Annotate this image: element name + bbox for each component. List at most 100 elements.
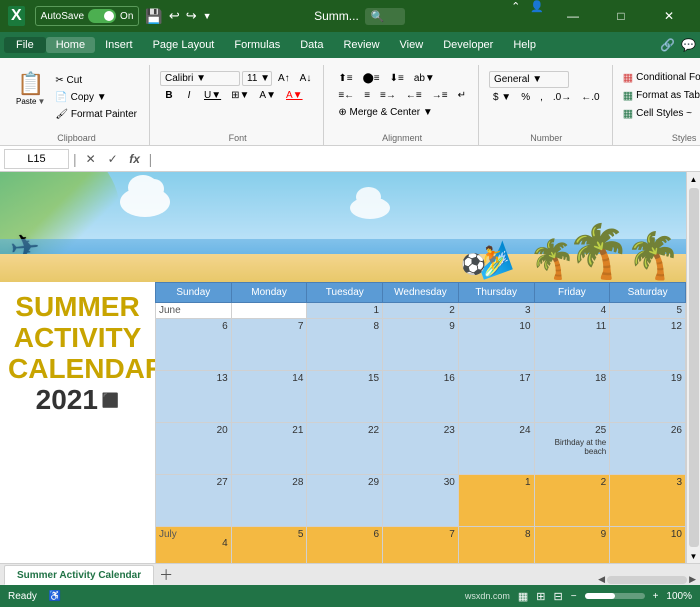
minimize-button[interactable]: —	[550, 0, 596, 32]
comma-format-button[interactable]: ,	[536, 90, 547, 105]
scroll-thumb-h[interactable]	[607, 576, 687, 584]
menu-item-file[interactable]: File	[4, 37, 46, 53]
menu-item-insert[interactable]: Insert	[95, 37, 143, 53]
june-13[interactable]: 13	[156, 371, 232, 423]
scroll-right-button[interactable]: ▶	[689, 574, 696, 585]
june-12[interactable]: 12	[610, 319, 686, 371]
right-align-button[interactable]: ≡→	[376, 88, 400, 103]
sheet-tab-summer[interactable]: Summer Activity Calendar	[4, 565, 154, 585]
copy-button[interactable]: 📄 Copy ▼	[51, 90, 141, 105]
july-8[interactable]: 8	[458, 527, 534, 564]
june-3[interactable]: 3	[458, 303, 534, 319]
zoom-slider[interactable]	[585, 593, 645, 599]
save-icon[interactable]: 💾	[145, 8, 162, 25]
june-22[interactable]: 22	[307, 423, 383, 475]
june-24[interactable]: 24	[458, 423, 534, 475]
quick-access-dropdown[interactable]: ▼	[203, 11, 212, 21]
june-18[interactable]: 18	[534, 371, 610, 423]
menu-item-review[interactable]: Review	[333, 37, 389, 53]
june-27[interactable]: 27	[156, 475, 232, 527]
close-button[interactable]: ✕	[646, 0, 692, 32]
june-7[interactable]: 7	[231, 319, 307, 371]
june-30[interactable]: 30	[383, 475, 459, 527]
june-1[interactable]: 1	[307, 303, 383, 319]
june-8[interactable]: 8	[307, 319, 383, 371]
bold-button[interactable]: B	[160, 88, 178, 103]
accounting-format-button[interactable]: $ ▼	[489, 90, 515, 105]
june-26[interactable]: 26	[610, 423, 686, 475]
june-25[interactable]: 25Birthday at the beach	[534, 423, 610, 475]
orientation-button[interactable]: ab▼	[410, 71, 439, 86]
decrease-font-size-button[interactable]: A↓	[296, 71, 316, 86]
menu-item-page-layout[interactable]: Page Layout	[143, 37, 225, 53]
underline-button[interactable]: U▼	[200, 88, 225, 103]
add-sheet-button[interactable]: ＋	[156, 565, 176, 585]
decrease-decimal-button[interactable]: ←.0	[577, 90, 603, 105]
july-5[interactable]: 5	[231, 527, 307, 564]
italic-button[interactable]: I	[180, 88, 198, 103]
percent-format-button[interactable]: %	[517, 90, 534, 105]
page-break-preview-button[interactable]: ⊟	[554, 590, 563, 603]
june-23[interactable]: 23	[383, 423, 459, 475]
june-21[interactable]: 21	[231, 423, 307, 475]
june-17[interactable]: 17	[458, 371, 534, 423]
july-9[interactable]: 9	[534, 527, 610, 564]
july-2[interactable]: 2	[534, 475, 610, 527]
june-10[interactable]: 10	[458, 319, 534, 371]
june-9[interactable]: 9	[383, 319, 459, 371]
page-layout-view-button[interactable]: ⊞	[536, 590, 545, 603]
name-box[interactable]	[4, 149, 69, 169]
scroll-thumb-v[interactable]	[689, 188, 699, 547]
june-16[interactable]: 16	[383, 371, 459, 423]
june-15[interactable]: 15	[307, 371, 383, 423]
cell-styles-button[interactable]: ▦ Cell Styles ~	[619, 105, 700, 122]
redo-icon[interactable]: ↪	[186, 8, 197, 24]
june-4[interactable]: 4	[534, 303, 610, 319]
june-19[interactable]: 19	[610, 371, 686, 423]
autosave-toggle[interactable]	[88, 9, 116, 23]
increase-decimal-button[interactable]: .0→	[549, 90, 575, 105]
bottom-align-button[interactable]: ⬇≡	[386, 71, 408, 86]
menu-item-help[interactable]: Help	[503, 37, 546, 53]
center-align-button[interactable]: ≡	[360, 88, 374, 103]
june-6[interactable]: 6	[156, 319, 232, 371]
insert-function-button[interactable]: fx	[125, 149, 145, 169]
vertical-scrollbar[interactable]: ▲ ▼	[686, 172, 700, 563]
font-color-button[interactable]: A▼	[282, 88, 307, 103]
font-family-dropdown[interactable]: Calibri ▼	[160, 71, 240, 86]
account-icon[interactable]: 👤	[526, 0, 548, 32]
indent-decrease-button[interactable]: ←≡	[402, 88, 426, 103]
june-29[interactable]: 29	[307, 475, 383, 527]
indent-increase-button[interactable]: →≡	[428, 88, 452, 103]
fill-color-button[interactable]: A▼	[255, 88, 280, 103]
july-7[interactable]: 7	[383, 527, 459, 564]
july-1[interactable]: 1	[458, 475, 534, 527]
menu-item-data[interactable]: Data	[290, 37, 333, 53]
june-14[interactable]: 14	[231, 371, 307, 423]
formula-input[interactable]	[156, 153, 696, 165]
number-format-dropdown[interactable]: General ▼	[489, 71, 569, 88]
zoom-out-button[interactable]: −	[571, 591, 577, 602]
font-size-dropdown[interactable]: 11 ▼	[242, 71, 272, 86]
maximize-button[interactable]: □	[598, 0, 644, 32]
menu-item-view[interactable]: View	[390, 37, 434, 53]
zoom-in-button[interactable]: +	[653, 591, 659, 602]
june-5[interactable]: 5	[610, 303, 686, 319]
autosave-badge[interactable]: AutoSave On	[35, 6, 140, 26]
scroll-left-button[interactable]: ◀	[598, 574, 605, 585]
confirm-formula-button[interactable]: ✓	[103, 149, 123, 169]
menu-item-home[interactable]: Home	[46, 37, 95, 53]
june-11[interactable]: 11	[534, 319, 610, 371]
wrap-text-button[interactable]: ↵	[454, 88, 470, 103]
comments-icon[interactable]: 💬	[681, 38, 696, 52]
normal-view-button[interactable]: ▦	[518, 590, 528, 603]
top-align-button[interactable]: ⬆≡	[334, 71, 356, 86]
scroll-up-button[interactable]: ▲	[687, 172, 700, 186]
june-28[interactable]: 28	[231, 475, 307, 527]
cut-button[interactable]: ✂ Cut	[51, 73, 141, 88]
calendar-year-icon[interactable]: ⬛	[102, 392, 119, 409]
june-20[interactable]: 20	[156, 423, 232, 475]
menu-item-developer[interactable]: Developer	[433, 37, 503, 53]
search-box[interactable]: 🔍	[365, 8, 405, 25]
conditional-formatting-button[interactable]: ▦ Conditional Formatting ~	[619, 69, 700, 86]
